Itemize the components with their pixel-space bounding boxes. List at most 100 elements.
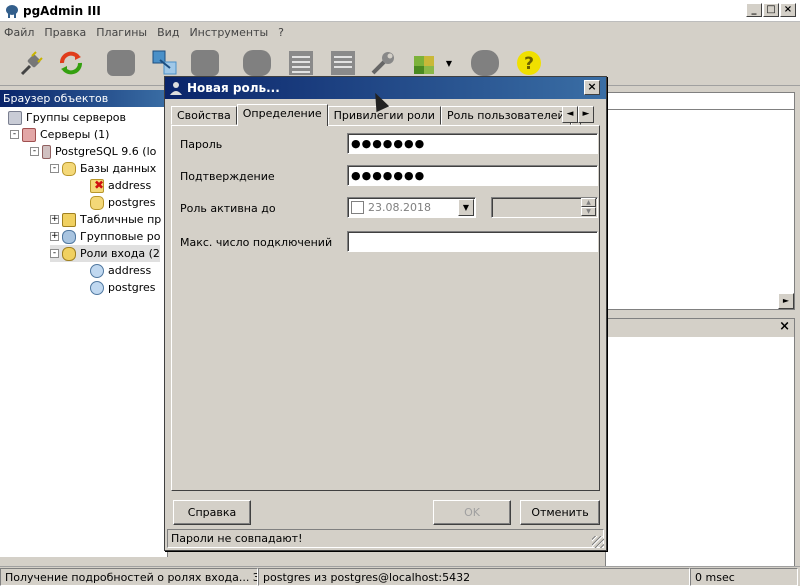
spin-down-icon: ▼ (581, 207, 596, 216)
tablespaces-icon (62, 212, 76, 227)
menu-tools[interactable]: Инструменты (189, 26, 268, 39)
scroll-right-icon[interactable]: ► (778, 293, 794, 309)
app-title-bar: pgAdmin III _ □ × (0, 0, 800, 22)
login-roles-icon (62, 246, 76, 261)
expires-date-picker[interactable]: 23.08.2018 ▼ (347, 197, 476, 218)
view-data-icon[interactable] (326, 47, 360, 79)
menu-file[interactable]: Файл (4, 26, 34, 39)
cancel-button[interactable]: Отменить (520, 500, 600, 525)
password-row: Пароль (180, 134, 340, 154)
database-icon (90, 195, 104, 210)
maxconn-row: Макс. число подключений (180, 232, 340, 252)
dialog-title-bar[interactable]: Новая роль... × (165, 77, 606, 99)
tree-item-databases[interactable]: - Базы данных (50, 160, 156, 177)
tree-item-tablespaces[interactable]: + Табличные пр (50, 211, 161, 228)
object-browser-header: Браузер объектов (0, 90, 168, 107)
status-right: 0 msec (690, 567, 798, 586)
maintenance-icon[interactable] (366, 47, 400, 79)
expires-label: Роль активна до (180, 201, 276, 215)
svg-text:?: ? (524, 54, 534, 74)
object-browser-tree[interactable]: Группы серверов - Серверы (1) - PostgreS… (0, 107, 168, 557)
collapse-icon[interactable]: - (10, 130, 19, 139)
tree-item-server-postgresql[interactable]: - PostgreSQL 9.6 (lo (30, 143, 156, 160)
servers-icon (22, 127, 36, 142)
confirm-row: Подтверждение (180, 166, 340, 186)
expires-time-spinner: ▲ ▼ (491, 197, 598, 218)
database-disconnected-icon: ✖ (90, 178, 104, 193)
menu-view[interactable]: Вид (157, 26, 179, 39)
properties-icon[interactable] (148, 47, 182, 79)
minimize-button[interactable]: _ (746, 3, 762, 17)
dialog-title: Новая роль... (187, 81, 280, 95)
tree-item-db-postgres[interactable]: postgres (90, 194, 156, 211)
user-icon (90, 263, 104, 278)
menu-plugins[interactable]: Плагины (96, 26, 147, 39)
delete-icon[interactable] (240, 47, 274, 79)
dropdown-arrow-icon[interactable]: ▼ (458, 199, 474, 216)
user-icon (169, 81, 183, 95)
tab-properties[interactable]: Свойства (171, 106, 237, 125)
databases-icon (62, 161, 76, 176)
server-icon (42, 144, 51, 159)
collapse-icon[interactable]: - (50, 164, 59, 173)
tree-item-server-groups[interactable]: Группы серверов (8, 109, 126, 126)
tab-scroll-controls: ◄ ► (562, 106, 594, 123)
properties-panel: ► (605, 92, 795, 310)
server-group-icon (8, 110, 22, 125)
maxconn-field[interactable] (347, 231, 598, 252)
close-pane-icon[interactable]: × (606, 319, 794, 337)
status-bar: Получение подробностей о ролях входа... … (0, 566, 800, 586)
plugins-icon[interactable] (408, 47, 442, 79)
new-role-dialog: Новая роль... × Свойства Определение При… (164, 76, 607, 551)
help-button[interactable]: Справка (173, 500, 251, 525)
expand-icon[interactable]: + (50, 232, 59, 241)
tab-scroll-right-icon[interactable]: ► (578, 106, 594, 123)
hint-icon[interactable] (468, 47, 502, 79)
resize-grip-icon[interactable] (592, 536, 604, 548)
object-icon[interactable] (104, 47, 138, 79)
tree-item-role-address[interactable]: address (90, 262, 151, 279)
menu-help[interactable]: ? (278, 26, 284, 39)
collapse-icon[interactable]: - (50, 249, 59, 258)
dialog-close-button[interactable]: × (584, 80, 600, 95)
password-field[interactable]: ●●●●●●● (347, 133, 598, 154)
expand-icon[interactable]: + (50, 215, 59, 224)
app-title: pgAdmin III (23, 3, 101, 18)
status-left: Получение подробностей о ролях входа... … (0, 567, 258, 586)
help-icon[interactable]: ? (512, 47, 546, 79)
connect-icon[interactable] (14, 47, 48, 79)
group-roles-icon (62, 229, 76, 244)
password-label: Пароль (180, 137, 223, 151)
menu-edit[interactable]: Правка (44, 26, 86, 39)
tab-scroll-left-icon[interactable]: ◄ (562, 106, 578, 123)
refresh-icon[interactable] (54, 47, 88, 79)
tree-item-group-roles[interactable]: + Групповые ро (50, 228, 160, 245)
dialog-status: Пароли не совпадают! (167, 529, 604, 548)
definition-panel: Пароль ●●●●●●● Подтверждение ●●●●●●● Рол… (171, 125, 600, 491)
ok-button[interactable]: OK (433, 500, 511, 525)
status-middle: postgres из postgres@localhost:5432 (258, 567, 690, 586)
collapse-icon[interactable]: - (30, 147, 39, 156)
menu-bar: Файл Правка Плагины Вид Инструменты ? (0, 22, 800, 42)
maxconn-label: Макс. число подключений (180, 235, 333, 249)
tab-role-privileges[interactable]: Привилегии роли (327, 106, 441, 125)
tree-item-db-address[interactable]: ✖ address (90, 177, 151, 194)
tree-item-login-roles[interactable]: - Роли входа (2 (50, 245, 160, 262)
tab-definition[interactable]: Определение (236, 104, 328, 126)
confirm-password-field[interactable]: ●●●●●●● (347, 165, 598, 186)
pgadmin-elephant-icon (4, 3, 20, 19)
expires-row: Роль активна до (180, 198, 340, 218)
plugins-dropdown-icon[interactable]: ▼ (440, 47, 458, 79)
sql-pane: × (605, 318, 795, 568)
expires-date: 23.08.2018 (368, 201, 431, 214)
spin-up-icon: ▲ (581, 198, 596, 207)
window-controls: _ □ × (746, 3, 796, 17)
tab-user-roles[interactable]: Роль пользователей (440, 106, 571, 125)
create-icon[interactable] (188, 47, 222, 79)
maximize-button[interactable]: □ (763, 3, 779, 17)
close-button[interactable]: × (780, 3, 796, 17)
sql-icon[interactable] (284, 47, 318, 79)
tree-item-role-postgres[interactable]: postgres (90, 279, 156, 296)
tree-item-servers[interactable]: - Серверы (1) (10, 126, 109, 143)
expires-checkbox[interactable] (351, 201, 364, 214)
